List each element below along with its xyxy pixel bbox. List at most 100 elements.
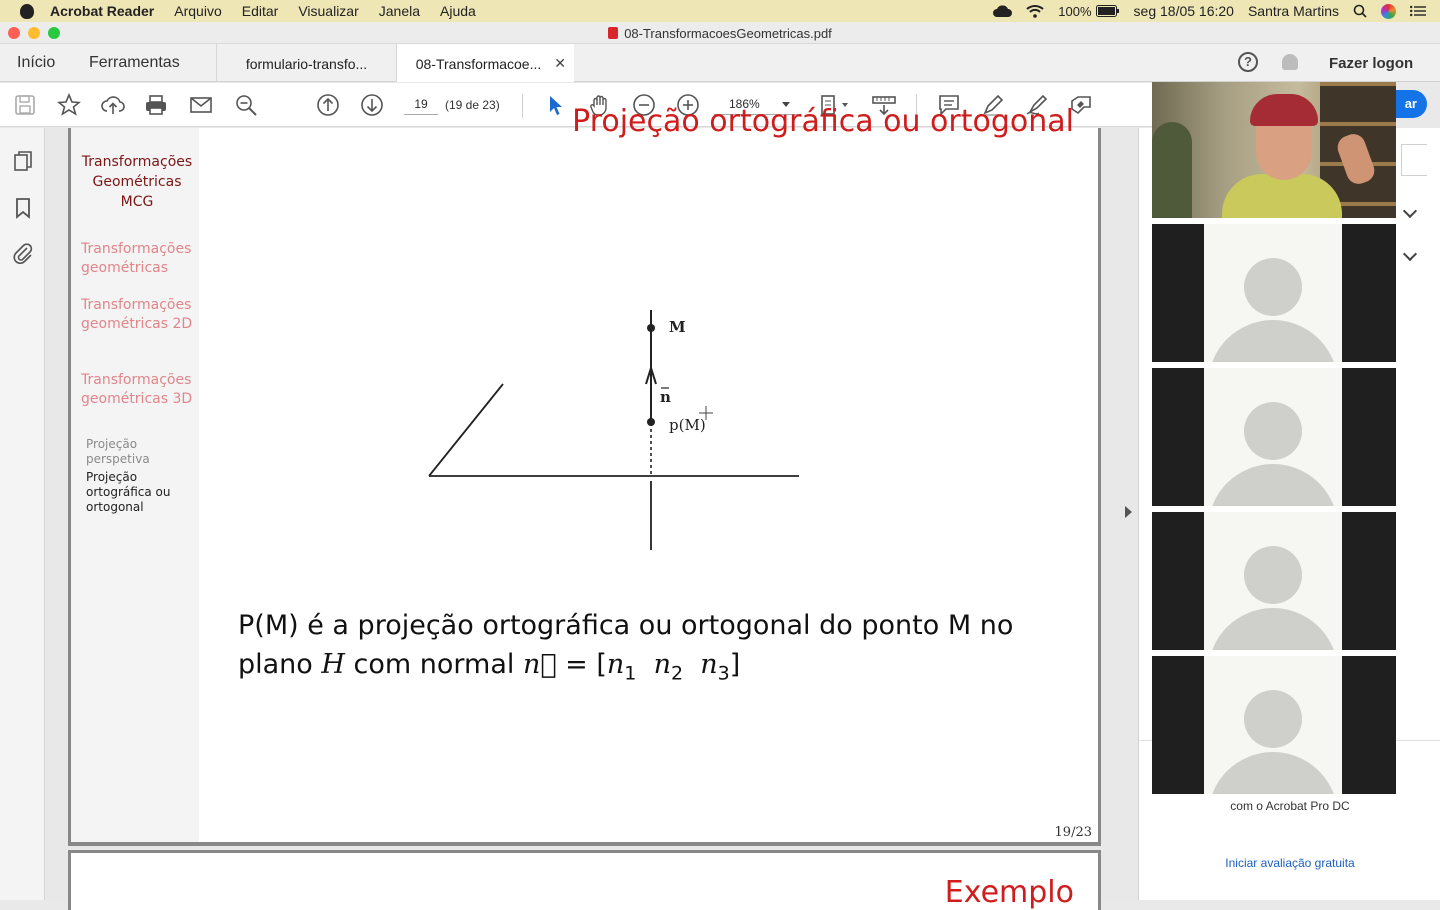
tab-bar: Início Ferramentas formulario-transfo...… (0, 44, 1440, 82)
next-page-icon[interactable] (360, 93, 384, 117)
close-tab-icon[interactable]: ✕ (554, 55, 566, 72)
slide-title: Projeção ortográfica ou ortogonal (572, 104, 1074, 139)
tab-document-formulario[interactable]: formulario-transfo... (216, 44, 396, 82)
menu-editar[interactable]: Editar (242, 3, 279, 19)
slide-nav-subsection-current[interactable]: Projeção ortográfica ou ortogonal (86, 470, 194, 515)
battery-icon[interactable] (1095, 5, 1120, 17)
menu-janela[interactable]: Janela (379, 3, 420, 19)
math-n: n (653, 649, 671, 680)
sign-in-link[interactable]: Fazer logon (1329, 55, 1413, 72)
chevron-down-icon[interactable] (1402, 203, 1418, 219)
partial-button-label: ar (1404, 96, 1417, 111)
pdf-file-icon (608, 27, 619, 39)
select-cursor-icon[interactable] (544, 93, 568, 117)
body-line-2: plano H com normal n⃗ = [n1 n2 n3] (238, 645, 1058, 693)
participant-video-tile[interactable] (1152, 224, 1396, 362)
point-m-marker (647, 324, 655, 332)
body-line-1: P(M) é a projeção ortográfica ou ortogon… (238, 610, 1014, 641)
webcam-plant (1152, 122, 1192, 218)
notification-center-icon[interactable] (1410, 5, 1426, 17)
avatar-head-icon (1244, 258, 1302, 316)
math-subscript: 3 (717, 662, 730, 685)
partial-input-box[interactable] (1401, 144, 1427, 176)
notifications-bell-icon[interactable] (1282, 54, 1298, 70)
webcam-person-body (1222, 174, 1342, 218)
email-icon[interactable] (189, 93, 213, 117)
math-normal-vector: n⃗ (522, 649, 557, 680)
label-projection-pm: p(M) (669, 416, 706, 434)
clock[interactable]: seg 18/05 16:20 (1134, 3, 1234, 19)
avatar-head-icon (1244, 690, 1302, 748)
attachments-paperclip-icon[interactable] (12, 242, 34, 264)
slide-page-number: 19/23 (1054, 825, 1092, 840)
macos-menubar: Acrobat Reader Arquivo Editar Visualizar… (0, 0, 1440, 22)
math-subscript: 1 (624, 662, 637, 685)
math-subscript: 2 (670, 662, 684, 685)
bookmark-star-icon[interactable] (57, 93, 81, 117)
participant-video-tile[interactable] (1152, 656, 1396, 794)
wifi-icon[interactable] (1026, 4, 1044, 18)
menu-app-name[interactable]: Acrobat Reader (50, 3, 154, 19)
avatar-head-icon (1244, 546, 1302, 604)
next-slide-title: Exemplo (944, 875, 1074, 910)
toolbar-divider (522, 94, 523, 118)
upload-cloud-icon[interactable] (101, 93, 125, 117)
chevron-down-icon[interactable] (1402, 246, 1418, 262)
tab-document-label: 08-Transformacoe... (415, 56, 542, 72)
participant-video-tile[interactable] (1152, 368, 1396, 506)
save-icon[interactable] (13, 93, 37, 117)
bookmarks-icon[interactable] (12, 197, 34, 219)
pdf-page: Transformações Geométricas MCG Transform… (68, 104, 1101, 846)
print-icon[interactable] (144, 93, 168, 117)
menu-visualizar[interactable]: Visualizar (298, 3, 358, 19)
battery-percent: 100% (1058, 3, 1092, 19)
slide-nav-title[interactable]: Transformações Geométricas MCG (75, 152, 199, 212)
label-point-m: M (669, 318, 686, 336)
body-text-fragment: plano (238, 649, 322, 680)
slide-nav-subsection[interactable]: Projeção perspetiva (86, 437, 194, 467)
left-navigation-rail (0, 128, 57, 900)
slide-sidebar-navigation: Transformações Geométricas MCG Transform… (71, 128, 199, 842)
math-equals-bracket: = [ (556, 649, 607, 680)
tab-document-label: formulario-transfo... (245, 56, 368, 72)
apple-icon[interactable] (20, 3, 34, 19)
slide-nav-section[interactable]: Transformações geométricas (81, 240, 201, 278)
avatar-head-icon (1244, 402, 1302, 460)
label-normal-n: n (660, 388, 671, 406)
math-n: n (606, 649, 625, 680)
window-titlebar: 08-TransformacoesGeometricas.pdf (0, 22, 1440, 44)
window-title: 08-TransformacoesGeometricas.pdf (624, 26, 832, 41)
presenter-webcam-video (1152, 82, 1396, 218)
page-count: (19 de 23) (445, 98, 500, 112)
participant-video-tile[interactable] (1152, 512, 1396, 650)
previous-page-icon[interactable] (316, 93, 340, 117)
body-text-fragment: com normal (344, 649, 523, 680)
tab-document-transformacoes[interactable]: 08-Transformacoe... ✕ (396, 44, 574, 82)
siri-icon[interactable] (1381, 3, 1396, 19)
promo-text: com o Acrobat Pro DC (1230, 799, 1350, 813)
slide-body-text: P(M) é a projeção ortográfica ou ortogon… (238, 606, 1058, 693)
menu-ajuda[interactable]: Ajuda (440, 3, 476, 19)
help-icon[interactable]: ? (1238, 52, 1258, 72)
slide-nav-section[interactable]: Transformações geométricas 3D (81, 371, 199, 409)
slide-nav-section[interactable]: Transformações geométricas 2D (81, 296, 199, 334)
math-plane-h: H (321, 649, 345, 680)
document-viewport[interactable]: Transformações Geométricas MCG Transform… (46, 104, 1162, 910)
page-thumbnails-icon[interactable] (12, 150, 34, 172)
math-n: n (700, 649, 718, 680)
start-trial-link[interactable]: Iniciar avaliação gratuita (1139, 856, 1440, 870)
page-number-input[interactable]: 19 (404, 93, 438, 115)
pdf-next-page: Exemplo (68, 850, 1101, 910)
plane-oblique-line (428, 383, 504, 477)
projection-diagram (428, 310, 799, 550)
search-zoom-icon[interactable] (234, 93, 258, 117)
expand-right-panel-icon[interactable] (1125, 506, 1132, 518)
cloud-icon[interactable] (992, 4, 1013, 18)
point-pm-marker (647, 418, 655, 426)
menu-arquivo[interactable]: Arquivo (174, 3, 221, 19)
user-name[interactable]: Santra Martins (1248, 3, 1339, 19)
math-close-bracket: ] (729, 649, 741, 680)
tab-home[interactable]: Início (17, 54, 55, 72)
tab-tools[interactable]: Ferramentas (89, 54, 180, 72)
spotlight-search-icon[interactable] (1353, 4, 1367, 18)
